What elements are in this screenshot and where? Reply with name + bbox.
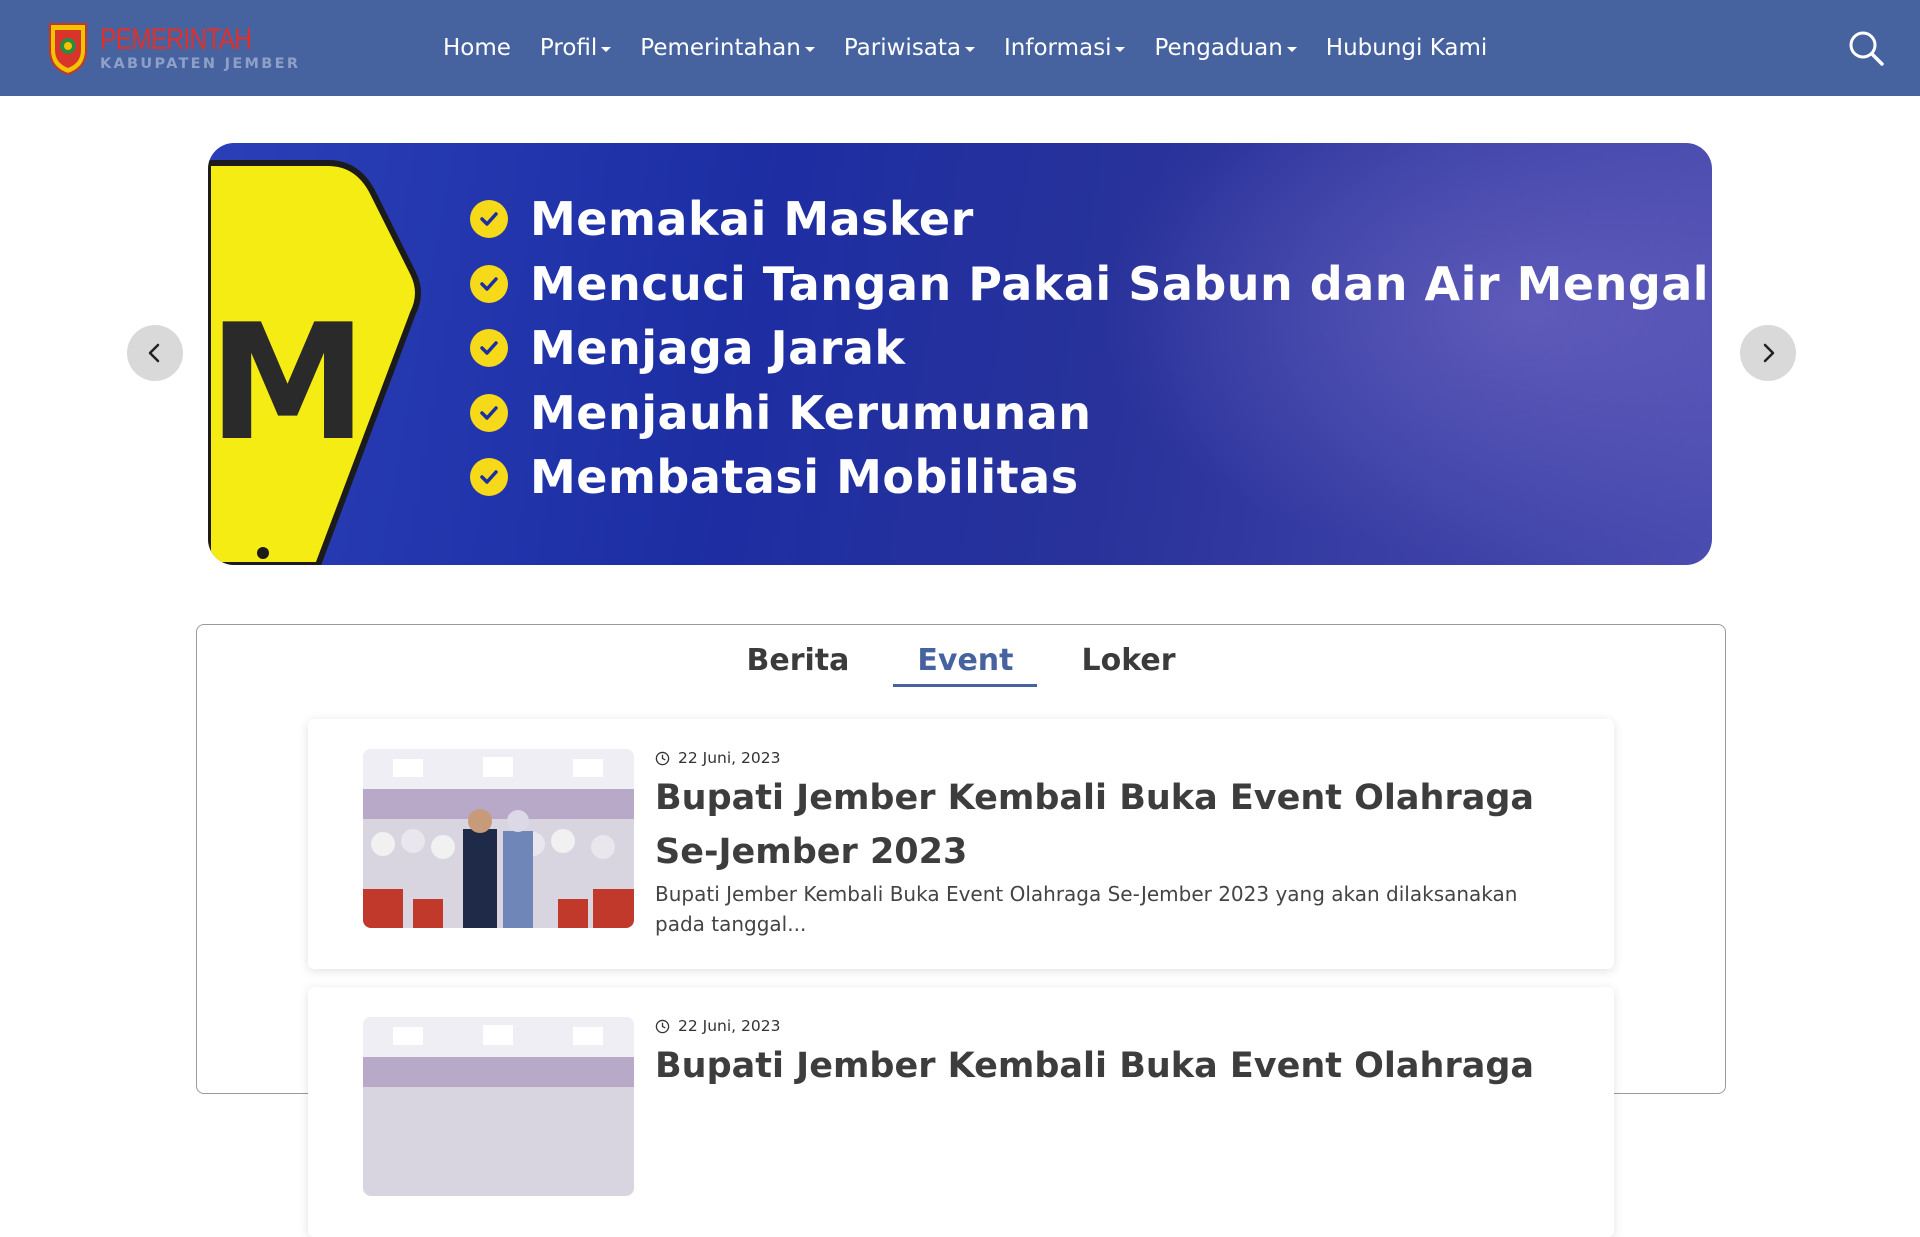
check-icon <box>470 393 508 432</box>
carousel-next-button[interactable] <box>1740 325 1796 381</box>
warning-sign-graphic: M <box>208 160 421 565</box>
main-nav: Home Profil Pemerintahan Pariwisata Info… <box>443 0 1516 96</box>
tab-event[interactable]: Event <box>893 643 1038 687</box>
check-icon <box>470 329 508 368</box>
event-photo <box>363 749 634 928</box>
caret-down-icon <box>1115 46 1126 52</box>
chevron-right-icon <box>1763 343 1775 363</box>
nav-home-label: Home <box>443 35 511 61</box>
logo-subtitle: KABUPATEN JEMBER <box>100 55 301 72</box>
nav-pemerintahan[interactable]: Pemerintahan <box>640 35 815 61</box>
nav-informasi-label: Informasi <box>1004 35 1112 61</box>
event-card[interactable]: 22 Juni, 2023 Bupati Jember Kembali Buka… <box>308 719 1614 969</box>
event-date: 22 Juni, 2023 <box>655 749 1555 767</box>
check-icon <box>470 458 508 497</box>
nav-pemerintahan-label: Pemerintahan <box>640 35 801 61</box>
event-thumbnail[interactable] <box>363 1017 634 1196</box>
event-date: 22 Juni, 2023 <box>655 1017 1555 1035</box>
protocol-text: Menjaga Jarak <box>530 321 906 376</box>
event-description: Bupati Jember Kembali Buka Event Olahrag… <box>655 882 1518 936</box>
nav-hubungi-kami[interactable]: Hubungi Kami <box>1326 35 1488 61</box>
protocol-item: Menjaga Jarak <box>470 316 1712 381</box>
search-icon <box>1849 31 1884 66</box>
caret-down-icon <box>1286 46 1297 52</box>
clock-icon <box>655 751 670 765</box>
protocol-item: Memakai Masker <box>470 187 1712 252</box>
search-button[interactable] <box>1846 28 1886 68</box>
caret-down-icon <box>601 46 612 52</box>
chevron-left-icon <box>148 343 160 363</box>
tab-bar: Berita Event Loker <box>197 643 1725 687</box>
nav-pengaduan-label: Pengaduan <box>1154 35 1283 61</box>
protocol-text: Memakai Masker <box>530 192 974 247</box>
nav-profil[interactable]: Profil <box>539 35 612 61</box>
nav-home[interactable]: Home <box>443 35 511 61</box>
health-protocol-list: Memakai Masker Mencuci Tangan Pakai Sabu… <box>470 187 1712 510</box>
event-date-text: 22 Juni, 2023 <box>678 1017 781 1035</box>
nav-hubungi-kami-label: Hubungi Kami <box>1325 35 1488 61</box>
protocol-text: Membatasi Mobilitas <box>530 450 1079 505</box>
tab-berita[interactable]: Berita <box>723 643 874 687</box>
tab-loker[interactable]: Loker <box>1057 643 1199 687</box>
check-icon <box>470 200 508 239</box>
nav-pariwisata[interactable]: Pariwisata <box>843 35 976 61</box>
hero-carousel: M Memakai Masker Mencuci Tangan Pakai Sa… <box>208 143 1712 565</box>
event-photo <box>363 1017 634 1196</box>
caret-down-icon <box>965 46 976 52</box>
nav-pengaduan[interactable]: Pengaduan <box>1154 35 1297 61</box>
nav-pariwisata-label: Pariwisata <box>843 35 962 61</box>
protocol-text: Mencuci Tangan Pakai Sabun dan Air Menga… <box>530 256 1712 311</box>
nav-informasi[interactable]: Informasi <box>1004 35 1126 61</box>
sign-letter: M <box>208 289 367 476</box>
check-icon <box>470 264 508 303</box>
top-navbar: PEMERINTAH KABUPATEN JEMBER Home Profil … <box>0 0 1920 96</box>
event-title[interactable]: Bupati Jember Kembali Buka Event Olahrag… <box>655 1039 1555 1093</box>
news-tab-panel: Berita Event Loker 22 Juni, 2023 Bupati … <box>196 624 1726 1237</box>
event-date-text: 22 Juni, 2023 <box>678 749 781 767</box>
protocol-text: Menjauhi Kerumunan <box>530 385 1092 440</box>
nav-profil-label: Profil <box>539 35 598 61</box>
protocol-item: Membatasi Mobilitas <box>470 445 1712 510</box>
logo-title: PEMERINTAH <box>100 22 252 56</box>
event-card[interactable]: 22 Juni, 2023 Bupati Jember Kembali Buka… <box>308 987 1614 1237</box>
jember-crest-icon <box>49 23 87 76</box>
event-title[interactable]: Bupati Jember Kembali Buka Event Olahrag… <box>655 771 1555 879</box>
clock-icon <box>655 1019 670 1033</box>
event-thumbnail[interactable] <box>363 749 634 928</box>
protocol-item: Mencuci Tangan Pakai Sabun dan Air Menga… <box>470 252 1712 317</box>
carousel-prev-button[interactable] <box>127 325 183 381</box>
site-logo[interactable]: PEMERINTAH KABUPATEN JEMBER <box>46 20 300 76</box>
protocol-item: Menjauhi Kerumunan <box>470 381 1712 446</box>
caret-down-icon <box>804 46 815 52</box>
